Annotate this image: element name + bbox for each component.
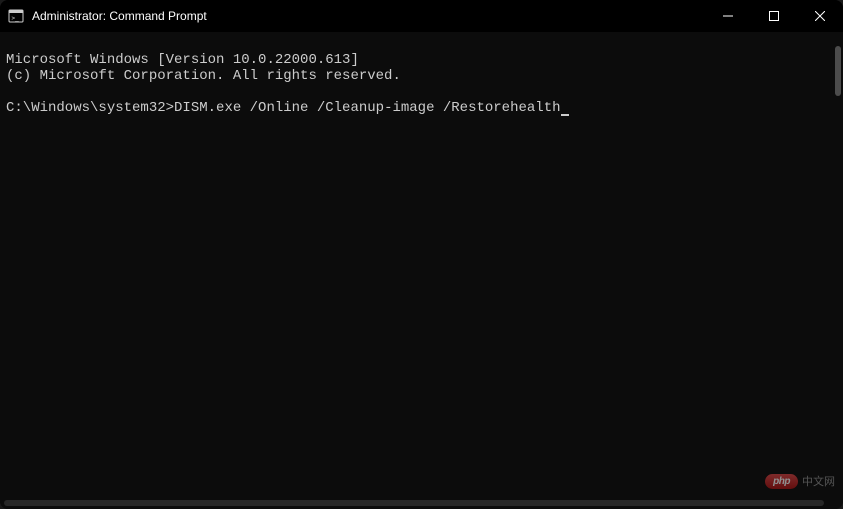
watermark-pill: php [765,474,798,489]
prompt-text: C:\Windows\system32> [6,100,174,116]
horizontal-scrollbar[interactable] [4,500,824,506]
cmd-icon: >_ [8,8,24,24]
titlebar-left: >_ Administrator: Command Prompt [8,8,207,24]
maximize-icon [769,11,779,21]
minimize-icon [723,11,733,21]
terminal-output[interactable]: Microsoft Windows [Version 10.0.22000.61… [0,32,843,509]
vertical-scrollbar[interactable] [835,46,841,96]
svg-text:>_: >_ [12,15,20,22]
cursor [561,114,569,116]
window-title: Administrator: Command Prompt [32,9,207,23]
close-button[interactable] [797,0,843,32]
version-line: Microsoft Windows [Version 10.0.22000.61… [6,52,359,68]
window-controls [705,0,843,32]
command-prompt-window: >_ Administrator: Command Prompt [0,0,843,509]
command-line: C:\Windows\system32>DISM.exe /Online /Cl… [6,100,569,116]
watermark-text: 中文网 [802,473,835,489]
command-text: DISM.exe /Online /Cleanup-image /Restore… [174,100,560,116]
watermark: php 中文网 [765,473,835,489]
titlebar[interactable]: >_ Administrator: Command Prompt [0,0,843,32]
copyright-line: (c) Microsoft Corporation. All rights re… [6,68,401,84]
minimize-button[interactable] [705,0,751,32]
close-icon [815,11,825,21]
maximize-button[interactable] [751,0,797,32]
